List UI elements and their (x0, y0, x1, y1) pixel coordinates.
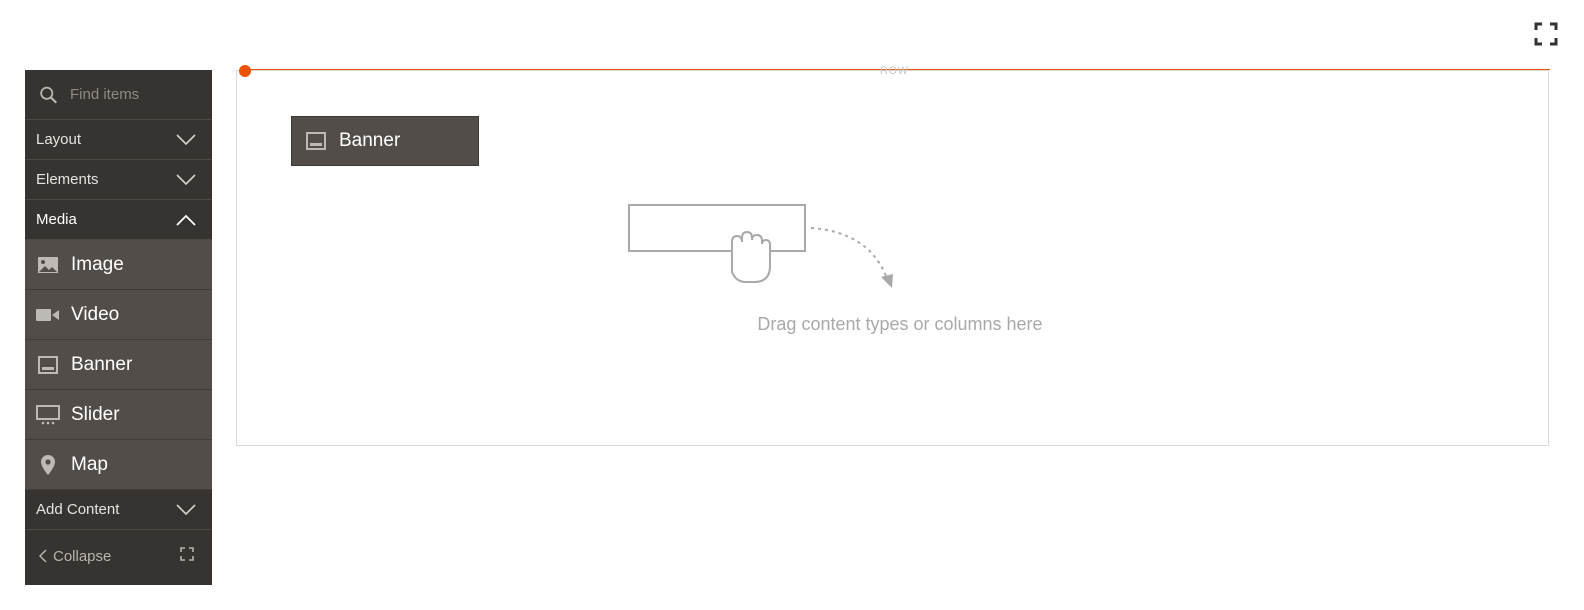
chevron-up-icon (176, 214, 196, 226)
section-elements[interactable]: Elements (25, 160, 212, 200)
drag-illustration (628, 204, 908, 299)
media-item-map[interactable]: Map (25, 440, 212, 490)
media-item-slider-label: Slider (71, 403, 120, 425)
search-input[interactable] (68, 85, 212, 104)
media-item-video-label: Video (71, 303, 120, 325)
video-camera-icon (36, 303, 60, 327)
media-item-slider[interactable]: Slider (25, 390, 212, 440)
chevron-left-icon (39, 549, 47, 563)
panel-fullscreen-icon[interactable] (180, 547, 194, 565)
collapse-label: Collapse (53, 547, 112, 565)
media-item-banner-label: Banner (71, 353, 133, 375)
section-add-content[interactable]: Add Content (25, 490, 212, 530)
chevron-down-icon (176, 133, 196, 145)
map-pin-icon (36, 453, 60, 477)
fullscreen-icon[interactable] (1534, 22, 1558, 46)
media-item-map-label: Map (71, 453, 108, 475)
panel-footer: Collapse (25, 530, 212, 582)
banner-icon (36, 353, 60, 377)
search-icon (40, 86, 58, 104)
chevron-down-icon (176, 503, 196, 515)
media-item-image-label: Image (71, 253, 124, 275)
drop-indicator-dot (239, 65, 251, 77)
section-media[interactable]: Media (25, 200, 212, 240)
section-media-label: Media (36, 211, 77, 228)
image-icon (36, 253, 60, 277)
dragged-banner-label: Banner (339, 130, 401, 151)
media-item-video[interactable]: Video (25, 290, 212, 340)
media-item-banner[interactable]: Banner (25, 340, 212, 390)
search-box (25, 70, 212, 120)
row-label: ROW (880, 65, 909, 77)
section-layout-label: Layout (36, 131, 82, 148)
media-item-image[interactable]: Image (25, 240, 212, 290)
dragged-banner-item[interactable]: Banner (291, 116, 479, 166)
content-panel: Layout Elements Media Image Video Banner… (25, 70, 212, 585)
section-add-content-label: Add Content (36, 501, 120, 518)
section-elements-label: Elements (36, 171, 99, 188)
banner-icon (304, 129, 328, 153)
section-layout[interactable]: Layout (25, 120, 212, 160)
collapse-button[interactable]: Collapse (39, 548, 111, 565)
drop-hint-text: Drag content types or columns here (757, 314, 1043, 334)
slider-icon (36, 403, 60, 427)
chevron-down-icon (176, 173, 196, 185)
